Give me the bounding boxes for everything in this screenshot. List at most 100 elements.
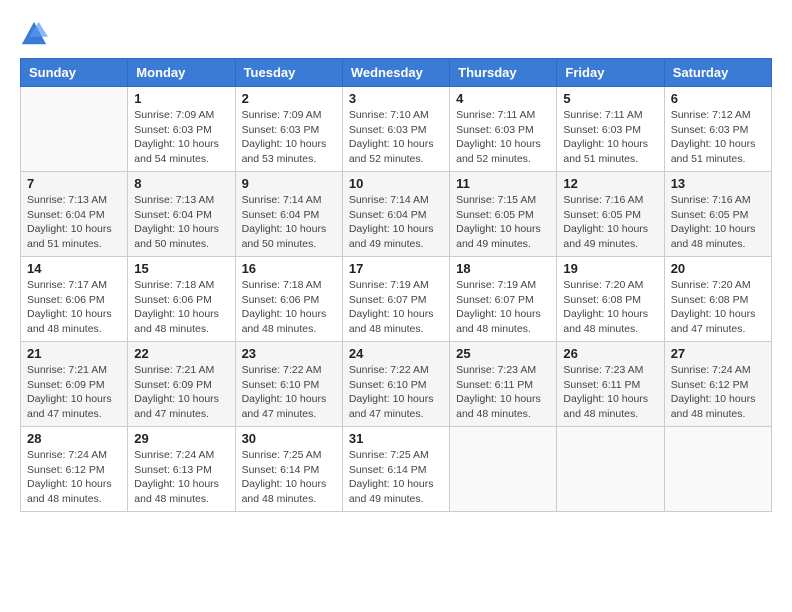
day-number: 1 xyxy=(134,91,228,106)
day-info: Sunrise: 7:11 AM Sunset: 6:03 PM Dayligh… xyxy=(456,108,550,167)
header-tuesday: Tuesday xyxy=(235,59,342,87)
day-number: 8 xyxy=(134,176,228,191)
calendar-cell: 12Sunrise: 7:16 AM Sunset: 6:05 PM Dayli… xyxy=(557,172,664,257)
day-info: Sunrise: 7:18 AM Sunset: 6:06 PM Dayligh… xyxy=(242,278,336,337)
calendar-header-row: SundayMondayTuesdayWednesdayThursdayFrid… xyxy=(21,59,772,87)
calendar-cell: 27 Sunrise: 7:24 AM Sunset: 6:12 PM Dayli… xyxy=(664,342,771,427)
day-info: Sunrise: 7:13 AM Sunset: 6:04 PM Dayligh… xyxy=(134,193,228,252)
calendar-cell: 18 Sunrise: 7:19 AM Sunset: 6:07 PM Dayli… xyxy=(450,257,557,342)
day-number: 9 xyxy=(242,176,336,191)
calendar-cell xyxy=(21,87,128,172)
day-info: Sunrise: 7:16 AM Sunset: 6:05 PM Dayligh… xyxy=(671,193,765,252)
day-info: Sunrise: 7:16 AM Sunset: 6:05 PM Dayligh… xyxy=(563,193,657,252)
calendar-week-5: 28Sunrise: 7:24 AM Sunset: 6:12 PM Dayli… xyxy=(21,427,772,512)
day-info: Sunrise: 7:12 AM Sunset: 6:03 PM Dayligh… xyxy=(671,108,765,167)
calendar-cell: 10Sunrise: 7:14 AM Sunset: 6:04 PM Dayli… xyxy=(342,172,449,257)
day-number: 6 xyxy=(671,91,765,106)
day-info: Sunrise: 7:22 AM Sunset: 6:10 PM Dayligh… xyxy=(349,363,443,422)
calendar-cell: 5 Sunrise: 7:11 AM Sunset: 6:03 PM Daylig… xyxy=(557,87,664,172)
calendar-cell: 20 Sunrise: 7:20 AM Sunset: 6:08 PM Dayli… xyxy=(664,257,771,342)
calendar-cell: 28Sunrise: 7:24 AM Sunset: 6:12 PM Dayli… xyxy=(21,427,128,512)
day-number: 2 xyxy=(242,91,336,106)
calendar-cell: 3Sunrise: 7:10 AM Sunset: 6:03 PM Daylig… xyxy=(342,87,449,172)
calendar-cell: 8 Sunrise: 7:13 AM Sunset: 6:04 PM Daylig… xyxy=(128,172,235,257)
calendar-table: SundayMondayTuesdayWednesdayThursdayFrid… xyxy=(20,58,772,512)
day-info: Sunrise: 7:25 AM Sunset: 6:14 PM Dayligh… xyxy=(242,448,336,507)
calendar-cell: 17Sunrise: 7:19 AM Sunset: 6:07 PM Dayli… xyxy=(342,257,449,342)
day-number: 16 xyxy=(242,261,336,276)
day-number: 30 xyxy=(242,431,336,446)
day-info: Sunrise: 7:24 AM Sunset: 6:12 PM Dayligh… xyxy=(671,363,765,422)
header-sunday: Sunday xyxy=(21,59,128,87)
day-number: 11 xyxy=(456,176,550,191)
calendar-cell: 31 Sunrise: 7:25 AM Sunset: 6:14 PM Dayli… xyxy=(342,427,449,512)
day-number: 4 xyxy=(456,91,550,106)
header-saturday: Saturday xyxy=(664,59,771,87)
calendar-cell: 1 Sunrise: 7:09 AM Sunset: 6:03 PM Daylig… xyxy=(128,87,235,172)
day-number: 18 xyxy=(456,261,550,276)
calendar-cell: 29 Sunrise: 7:24 AM Sunset: 6:13 PM Dayli… xyxy=(128,427,235,512)
day-number: 5 xyxy=(563,91,657,106)
day-number: 14 xyxy=(27,261,121,276)
day-info: Sunrise: 7:13 AM Sunset: 6:04 PM Dayligh… xyxy=(27,193,121,252)
day-info: Sunrise: 7:10 AM Sunset: 6:03 PM Dayligh… xyxy=(349,108,443,167)
calendar-cell: 4 Sunrise: 7:11 AM Sunset: 6:03 PM Daylig… xyxy=(450,87,557,172)
day-info: Sunrise: 7:21 AM Sunset: 6:09 PM Dayligh… xyxy=(134,363,228,422)
day-info: Sunrise: 7:25 AM Sunset: 6:14 PM Dayligh… xyxy=(349,448,443,507)
day-number: 24 xyxy=(349,346,443,361)
logo xyxy=(20,20,52,48)
day-number: 28 xyxy=(27,431,121,446)
header-monday: Monday xyxy=(128,59,235,87)
calendar-cell: 11 Sunrise: 7:15 AM Sunset: 6:05 PM Dayli… xyxy=(450,172,557,257)
calendar-cell: 9 Sunrise: 7:14 AM Sunset: 6:04 PM Daylig… xyxy=(235,172,342,257)
day-info: Sunrise: 7:21 AM Sunset: 6:09 PM Dayligh… xyxy=(27,363,121,422)
calendar-cell: 16 Sunrise: 7:18 AM Sunset: 6:06 PM Dayli… xyxy=(235,257,342,342)
day-number: 7 xyxy=(27,176,121,191)
calendar-cell xyxy=(450,427,557,512)
day-number: 29 xyxy=(134,431,228,446)
day-info: Sunrise: 7:09 AM Sunset: 6:03 PM Dayligh… xyxy=(134,108,228,167)
calendar-cell: 6 Sunrise: 7:12 AM Sunset: 6:03 PM Daylig… xyxy=(664,87,771,172)
day-info: Sunrise: 7:19 AM Sunset: 6:07 PM Dayligh… xyxy=(349,278,443,337)
day-number: 26 xyxy=(563,346,657,361)
day-info: Sunrise: 7:22 AM Sunset: 6:10 PM Dayligh… xyxy=(242,363,336,422)
calendar-cell: 15 Sunrise: 7:18 AM Sunset: 6:06 PM Dayli… xyxy=(128,257,235,342)
calendar-week-1: 1 Sunrise: 7:09 AM Sunset: 6:03 PM Daylig… xyxy=(21,87,772,172)
day-number: 25 xyxy=(456,346,550,361)
day-number: 19 xyxy=(563,261,657,276)
day-info: Sunrise: 7:19 AM Sunset: 6:07 PM Dayligh… xyxy=(456,278,550,337)
calendar-cell: 30 Sunrise: 7:25 AM Sunset: 6:14 PM Dayli… xyxy=(235,427,342,512)
calendar-week-4: 21 Sunrise: 7:21 AM Sunset: 6:09 PM Dayli… xyxy=(21,342,772,427)
day-number: 27 xyxy=(671,346,765,361)
day-info: Sunrise: 7:15 AM Sunset: 6:05 PM Dayligh… xyxy=(456,193,550,252)
calendar-cell: 26Sunrise: 7:23 AM Sunset: 6:11 PM Dayli… xyxy=(557,342,664,427)
day-info: Sunrise: 7:14 AM Sunset: 6:04 PM Dayligh… xyxy=(242,193,336,252)
day-number: 22 xyxy=(134,346,228,361)
calendar-week-3: 14Sunrise: 7:17 AM Sunset: 6:06 PM Dayli… xyxy=(21,257,772,342)
day-number: 21 xyxy=(27,346,121,361)
day-info: Sunrise: 7:11 AM Sunset: 6:03 PM Dayligh… xyxy=(563,108,657,167)
day-number: 23 xyxy=(242,346,336,361)
logo-icon xyxy=(20,20,48,48)
day-info: Sunrise: 7:09 AM Sunset: 6:03 PM Dayligh… xyxy=(242,108,336,167)
calendar-cell xyxy=(664,427,771,512)
day-info: Sunrise: 7:23 AM Sunset: 6:11 PM Dayligh… xyxy=(456,363,550,422)
day-number: 20 xyxy=(671,261,765,276)
calendar-cell: 7 Sunrise: 7:13 AM Sunset: 6:04 PM Daylig… xyxy=(21,172,128,257)
day-info: Sunrise: 7:24 AM Sunset: 6:13 PM Dayligh… xyxy=(134,448,228,507)
calendar-cell xyxy=(557,427,664,512)
calendar-cell: 13Sunrise: 7:16 AM Sunset: 6:05 PM Dayli… xyxy=(664,172,771,257)
day-info: Sunrise: 7:20 AM Sunset: 6:08 PM Dayligh… xyxy=(671,278,765,337)
day-info: Sunrise: 7:20 AM Sunset: 6:08 PM Dayligh… xyxy=(563,278,657,337)
calendar-cell: 24 Sunrise: 7:22 AM Sunset: 6:10 PM Dayli… xyxy=(342,342,449,427)
day-number: 15 xyxy=(134,261,228,276)
day-info: Sunrise: 7:18 AM Sunset: 6:06 PM Dayligh… xyxy=(134,278,228,337)
day-number: 31 xyxy=(349,431,443,446)
calendar-cell: 19 Sunrise: 7:20 AM Sunset: 6:08 PM Dayli… xyxy=(557,257,664,342)
calendar-cell: 14Sunrise: 7:17 AM Sunset: 6:06 PM Dayli… xyxy=(21,257,128,342)
day-info: Sunrise: 7:14 AM Sunset: 6:04 PM Dayligh… xyxy=(349,193,443,252)
calendar-cell: 21 Sunrise: 7:21 AM Sunset: 6:09 PM Dayli… xyxy=(21,342,128,427)
calendar-cell: 2 Sunrise: 7:09 AM Sunset: 6:03 PM Daylig… xyxy=(235,87,342,172)
calendar-week-2: 7 Sunrise: 7:13 AM Sunset: 6:04 PM Daylig… xyxy=(21,172,772,257)
calendar-cell: 22 Sunrise: 7:21 AM Sunset: 6:09 PM Dayli… xyxy=(128,342,235,427)
